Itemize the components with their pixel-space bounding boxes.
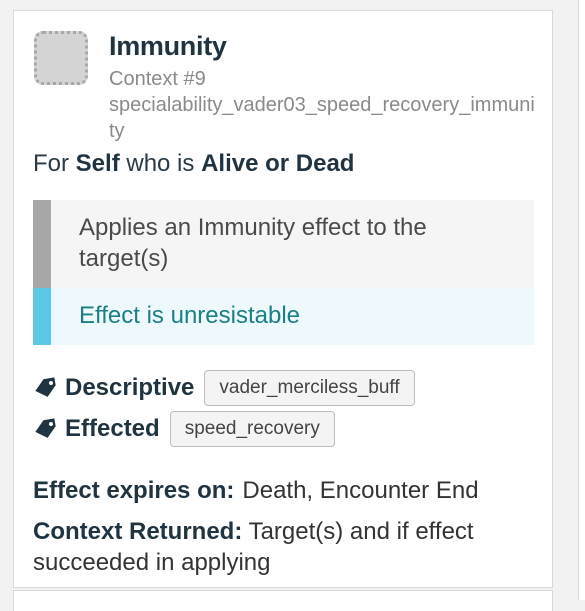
tag-icon xyxy=(35,418,56,438)
tag-icon xyxy=(35,377,56,397)
context-returned: Context Returned: Target(s) and if effec… xyxy=(33,516,533,578)
target-who: Self xyxy=(75,150,120,177)
effect-description: Applies an Immunity effect to the target… xyxy=(33,200,534,345)
target-prefix: For xyxy=(33,150,69,177)
expires-label: Effect expires on: xyxy=(33,477,235,504)
adjacent-card-edge xyxy=(578,0,585,600)
target-middle: who is xyxy=(126,150,195,177)
context-number: Context #9 xyxy=(109,68,206,90)
expires-values: Death, Encounter End xyxy=(242,477,479,504)
ability-icon-placeholder xyxy=(34,31,88,85)
target-state: Alive or Dead xyxy=(201,150,355,177)
effect-main-text: Applies an Immunity effect to the target… xyxy=(33,200,534,288)
effect-expires: Effect expires on: Death, Encounter End xyxy=(33,477,479,505)
tag-row-descriptive: Descriptive vader_merciless_buff xyxy=(33,370,415,406)
returned-label: Context Returned: xyxy=(33,518,243,545)
ability-title: Immunity xyxy=(109,31,227,61)
tag-label: Descriptive xyxy=(65,374,195,401)
tag-label: Effected xyxy=(65,415,160,442)
target-line: For Self who is Alive or Dead xyxy=(33,150,354,178)
ability-card: Immunity Context #9 specialability_vader… xyxy=(13,10,553,588)
tag-chip[interactable]: vader_merciless_buff xyxy=(204,370,415,406)
tag-chip[interactable]: speed_recovery xyxy=(169,411,335,447)
effect-note-text: Effect is unresistable xyxy=(33,288,534,345)
next-card xyxy=(13,590,553,611)
tag-row-effected: Effected speed_recovery xyxy=(33,411,335,447)
context-identifier: specialability_vader03_speed_recovery_im… xyxy=(109,94,535,142)
